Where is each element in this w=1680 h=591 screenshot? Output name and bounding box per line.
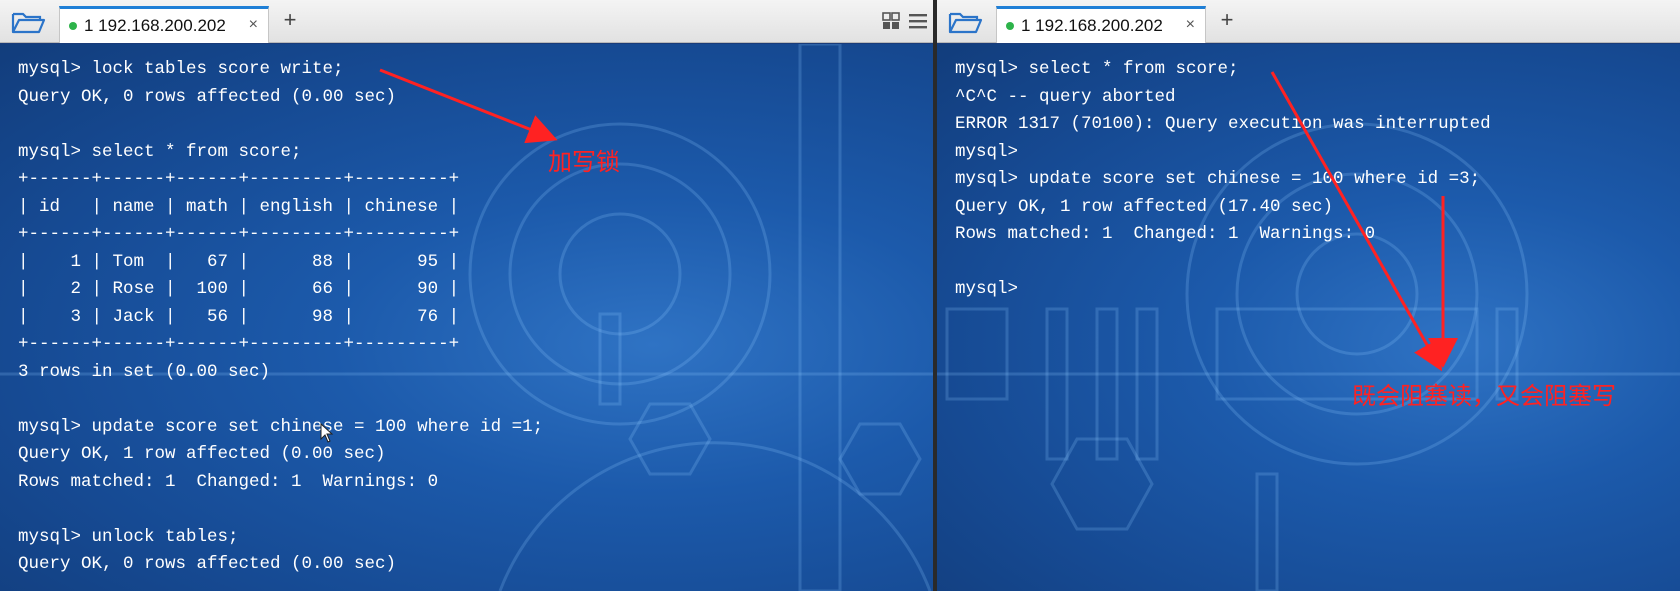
terminal-line: Rows matched: 1 Changed: 1 Warnings: 0 [18, 471, 439, 492]
tab-bar: 1 192.168.200.202 × + [0, 0, 933, 43]
mouse-cursor-icon [320, 423, 334, 443]
terminal-line: mysql> update score set chinese = 100 wh… [18, 416, 544, 437]
close-tab-icon[interactable]: × [1186, 16, 1195, 34]
terminal-line: mysql> select * from score; [18, 141, 302, 162]
tab-bar: 1 192.168.200.202 × + [937, 0, 1680, 43]
terminal-line: mysql> lock tables score write; [18, 59, 344, 79]
terminal-line: mysql> [955, 279, 1019, 299]
terminal-line: mysql> update score set chinese = 100 wh… [955, 169, 1481, 189]
session-tab[interactable]: 1 192.168.200.202 × [996, 6, 1206, 43]
terminal-line: | id | name | math | english | chinese | [18, 196, 460, 217]
terminal-lines: mysql> select * from score; ^C^C -- quer… [955, 56, 1491, 304]
terminal-line: | 3 | Jack | 56 | 98 | 76 | [18, 306, 460, 327]
terminal-line: mysql> [955, 141, 1019, 162]
add-tab-button[interactable]: + [279, 7, 301, 33]
folder-open-icon[interactable] [947, 8, 983, 36]
write-lock-annotation: 加写锁 [548, 148, 620, 176]
status-dot-icon [1006, 22, 1014, 30]
terminal-line: ERROR 1317 (70100): Query execution was … [955, 114, 1491, 134]
terminal-lines: mysql> lock tables score write; Query OK… [18, 56, 543, 579]
tab-tools [882, 12, 927, 30]
session-tab-label: 1 192.168.200.202 [84, 16, 226, 35]
add-tab-button[interactable]: + [1216, 7, 1238, 33]
terminal-output[interactable]: mysql> select * from score; ^C^C -- quer… [937, 44, 1680, 591]
folder-open-icon[interactable] [10, 8, 46, 36]
terminal-line: +------+------+------+---------+--------… [18, 224, 460, 244]
right-terminal-pane: 1 192.168.200.202 × + mysql> select * fr… [937, 0, 1680, 591]
terminal-line: mysql> unlock tables; [18, 526, 239, 547]
terminal-line: Rows matched: 1 Changed: 1 Warnings: 0 [955, 224, 1376, 244]
terminal-line: Query OK, 0 rows affected (0.00 sec) [18, 86, 397, 107]
terminal-line: Query OK, 0 rows affected (0.00 sec) [18, 554, 397, 574]
terminal-line: Query OK, 1 row affected (17.40 sec) [955, 196, 1334, 217]
terminal-line: +------+------+------+---------+--------… [18, 334, 460, 354]
left-terminal-pane: 1 192.168.200.202 × + mysql> lock tables… [0, 0, 933, 591]
terminal-line: +------+------+------+---------+--------… [18, 169, 460, 189]
session-tab-label: 1 192.168.200.202 [1021, 16, 1163, 35]
terminal-line: Query OK, 1 row affected (0.00 sec) [18, 444, 386, 464]
status-dot-icon [69, 22, 77, 30]
hamburger-menu-icon[interactable] [909, 12, 927, 30]
session-tab[interactable]: 1 192.168.200.202 × [59, 6, 269, 43]
terminal-line: | 1 | Tom | 67 | 88 | 95 | [18, 251, 460, 272]
terminal-output[interactable]: mysql> lock tables score write; Query OK… [0, 44, 933, 591]
terminal-line: | 2 | Rose | 100 | 66 | 90 | [18, 279, 460, 299]
terminal-line: 3 rows in set (0.00 sec) [18, 361, 271, 382]
terminal-line: ^C^C -- query aborted [955, 86, 1176, 107]
blocking-annotation: 既会阻塞读，又会阻塞写 [1352, 382, 1616, 410]
close-tab-icon[interactable]: × [249, 16, 258, 34]
terminal-line: mysql> select * from score; [955, 59, 1239, 79]
grid-layout-icon[interactable] [882, 12, 900, 30]
